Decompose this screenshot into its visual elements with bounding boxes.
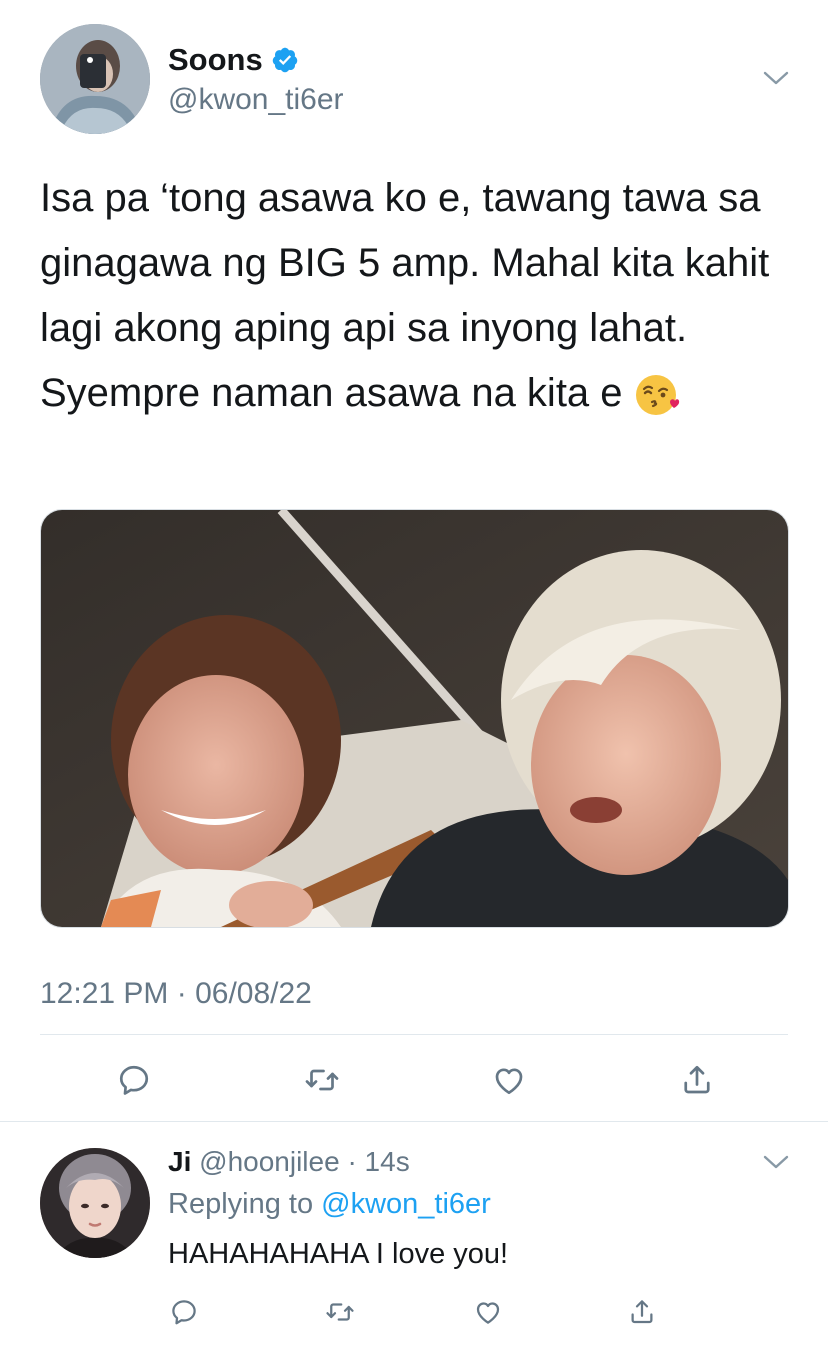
- reply-header: Ji @hoonjilee · 14s: [168, 1143, 410, 1181]
- reply-text: HAHAHAHAHA I love you!: [168, 1238, 509, 1270]
- replying-to-mention[interactable]: @kwon_ti6er: [321, 1188, 491, 1220]
- like-button[interactable]: [487, 1058, 531, 1102]
- like-icon: [476, 1302, 500, 1324]
- reply-icon: [172, 1300, 196, 1325]
- retweet-button[interactable]: [300, 1058, 344, 1102]
- reply-chevron-down-icon[interactable]: [763, 1154, 789, 1170]
- reply-author-name[interactable]: Ji: [168, 1146, 191, 1177]
- section-divider: [0, 1121, 828, 1122]
- author-name-text[interactable]: Soons: [168, 40, 263, 80]
- reply-time: · 14s: [347, 1146, 410, 1177]
- like-icon: [495, 1068, 523, 1095]
- reply-action-bar: [0, 1290, 828, 1330]
- share-button[interactable]: [675, 1058, 719, 1102]
- reply-icon: [119, 1065, 149, 1095]
- reply-share-button[interactable]: [620, 1290, 664, 1334]
- tweet-text: Isa pa ‘tong asawa ko e, tawang tawa sa …: [40, 166, 800, 426]
- reply-button[interactable]: [112, 1058, 156, 1102]
- chevron-down-icon[interactable]: [763, 70, 789, 86]
- author-name[interactable]: Soons: [168, 40, 299, 80]
- retweet-icon: [326, 1303, 354, 1321]
- retweet-icon: [305, 1069, 339, 1091]
- replying-to-prefix: Replying to: [168, 1188, 322, 1220]
- reply-like-button[interactable]: [466, 1290, 510, 1334]
- reply-reply-button[interactable]: [162, 1290, 206, 1334]
- tweet-timestamp[interactable]: 12:21 PM · 06/08/22: [40, 974, 312, 1014]
- reply-retweet-button[interactable]: [318, 1290, 362, 1334]
- tweet-photo[interactable]: [40, 509, 789, 928]
- share-icon: [684, 1065, 710, 1094]
- reply-author-handle[interactable]: @hoonjilee: [199, 1146, 340, 1177]
- author-avatar[interactable]: [40, 24, 150, 134]
- replying-to-line: Replying to @kwon_ti6er: [168, 1184, 491, 1224]
- share-icon: [631, 1300, 653, 1324]
- verified-badge-icon: [272, 47, 297, 73]
- kiss-emoji-icon: [635, 375, 679, 416]
- reply-author-avatar[interactable]: [40, 1148, 150, 1258]
- author-handle[interactable]: @kwon_ti6er: [168, 80, 344, 120]
- tweet-action-bar: [0, 1058, 828, 1102]
- divider: [40, 1034, 788, 1035]
